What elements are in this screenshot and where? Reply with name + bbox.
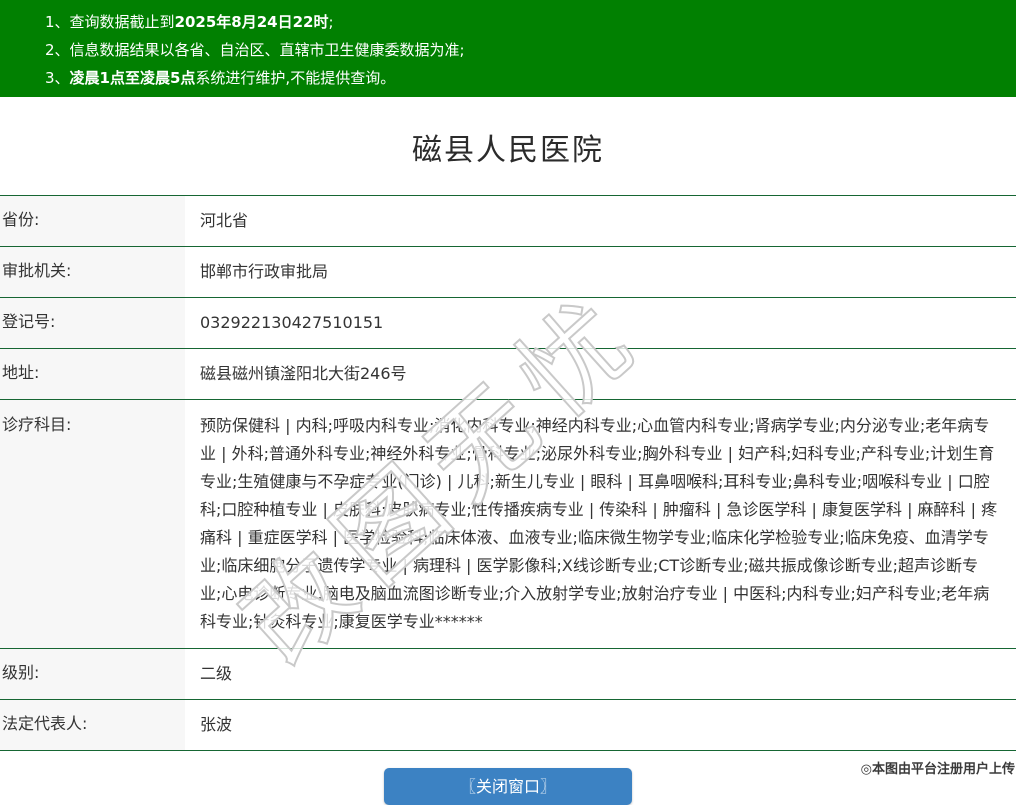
row-value: 预防保健科 | 内科;呼吸内科专业;消化内科专业;神经内科专业;心血管内科专业;… — [200, 416, 998, 631]
table-row-legal-representative: 法定代表人: 张波 — [0, 700, 1016, 750]
notice-item: 1、查询数据截止到2025年8月24日22时; — [45, 13, 334, 31]
notice-banner: 1、查询数据截止到2025年8月24日22时; 2、信息数据结果以各省、自治区、… — [0, 0, 1016, 97]
table-row-address: 地址: 磁县磁州镇滏阳北大街246号 — [0, 349, 1016, 400]
row-label: 登记号: — [0, 298, 185, 348]
row-value: 邯郸市行政审批局 — [200, 262, 329, 281]
notice-item: 2、信息数据结果以各省、自治区、直辖市卫生健康委数据为准; — [45, 41, 465, 59]
table-row-province: 省份: 河北省 — [0, 196, 1016, 247]
row-label: 诊疗科目: — [0, 400, 185, 648]
upload-credit: ◎本图由平台注册用户上传 — [860, 762, 1015, 777]
row-value: 032922130427510151 — [200, 313, 384, 332]
row-value: 河北省 — [200, 211, 249, 230]
notice-number: 3、 — [45, 69, 70, 87]
close-window-button[interactable]: 〖关闭窗口〗 — [384, 768, 632, 805]
notice-item: 3、凌晨1点至凌晨5点系统进行维护,不能提供查询。 — [45, 69, 396, 87]
notice-number: 1、 — [45, 13, 70, 31]
row-label: 级别: — [0, 649, 185, 699]
row-value: 磁县磁州镇滏阳北大街246号 — [200, 364, 407, 383]
row-value: 张波 — [200, 715, 233, 734]
row-label: 审批机关: — [0, 247, 185, 297]
row-label: 地址: — [0, 349, 185, 399]
table-row-level: 级别: 二级 — [0, 649, 1016, 700]
table-row-medical-departments: 诊疗科目: 预防保健科 | 内科;呼吸内科专业;消化内科专业;神经内科专业;心血… — [0, 400, 1016, 649]
table-row-approval-authority: 审批机关: 邯郸市行政审批局 — [0, 247, 1016, 298]
info-table: 省份: 河北省 审批机关: 邯郸市行政审批局 登记号: 032922130427… — [0, 195, 1016, 751]
row-label: 法定代表人: — [0, 700, 185, 750]
row-label: 省份: — [0, 196, 185, 246]
row-value: 二级 — [200, 664, 233, 683]
table-row-registration-number: 登记号: 032922130427510151 — [0, 298, 1016, 349]
notice-number: 2、 — [45, 41, 70, 59]
page-title: 磁县人民医院 — [412, 133, 604, 168]
